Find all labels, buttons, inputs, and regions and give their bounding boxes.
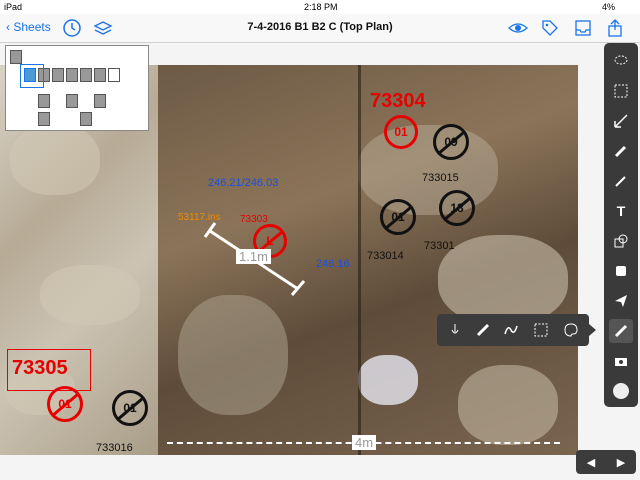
back-button[interactable]: ‹ Sheets [6,20,51,34]
next-page-button[interactable]: ▶ [606,450,636,474]
prev-page-button[interactable]: ◀ [576,450,606,474]
arrow-icon[interactable] [609,109,633,133]
basket-circle-struck[interactable]: 01 [380,199,416,235]
layers-icon[interactable] [93,18,113,38]
pencil-icon[interactable] [609,139,633,163]
camera-icon[interactable] [609,349,633,373]
page-nav: ◀ ▶ [576,450,636,474]
palette-icon[interactable] [559,318,583,342]
basket-circle-struck[interactable]: 18 [439,190,475,226]
marquee-icon[interactable] [529,318,553,342]
lasso-icon[interactable] [609,49,633,73]
ruler-icon[interactable] [609,319,633,343]
tag-icon[interactable] [540,18,560,38]
locus-label-733016: 733016 [96,442,133,454]
select-rect-icon[interactable] [609,79,633,103]
locus-label-733015: 733015 [422,172,459,184]
basket-circle-struck[interactable]: 09 [433,124,469,160]
stamp-icon[interactable] [609,259,633,283]
locus-label-73301: 73301 [424,240,455,252]
send-icon[interactable] [609,289,633,313]
color-dot-icon[interactable] [609,379,633,403]
inbox-icon[interactable] [573,18,593,38]
plan-canvas[interactable]: 73304 73305 73303 246.21/246.03 246.16 5… [0,43,640,480]
status-bar: iPad 2:18 PM 4% [0,0,640,14]
scale-label: 4m [352,435,377,450]
ruler-options-popup [437,314,596,346]
text-icon[interactable]: T [609,199,633,223]
locus-label-733014: 733014 [367,250,404,262]
ruler-measure-icon[interactable] [471,318,495,342]
chevron-left-icon: ‹ [6,20,10,34]
sheet-navigator[interactable] [5,45,149,131]
app-toolbar: ‹ Sheets 7-4-2016 B1 B2 C (Top Plan) [0,14,640,43]
elevation-label-1: 246.21/246.03 [208,177,279,189]
clock-icon[interactable] [62,18,82,38]
annotation-toolbar: T [604,43,638,407]
basket-circle-struck[interactable]: 01 [47,386,83,422]
basket-circle-struck[interactable]: 01 [112,390,148,426]
popup-pointer [589,324,596,336]
freehand-icon[interactable] [499,318,523,342]
basket-circle[interactable]: 01 [384,115,418,149]
back-label: Sheets [13,20,51,34]
finger-draw-icon[interactable] [443,318,467,342]
measure-label: 1.1m [236,249,271,264]
highlighter-icon[interactable] [609,169,633,193]
map-label-73304: 73304 [370,90,426,112]
device-label: iPad [4,2,23,12]
eye-icon[interactable] [508,18,528,38]
clock-time: 2:18 PM [304,2,338,12]
map-label-73305: 73305 [12,357,68,379]
elevation-label-2: 246.16 [316,258,350,270]
battery-percent: 4% [602,2,616,12]
shapes-icon[interactable] [609,229,633,253]
share-icon[interactable] [605,18,625,38]
